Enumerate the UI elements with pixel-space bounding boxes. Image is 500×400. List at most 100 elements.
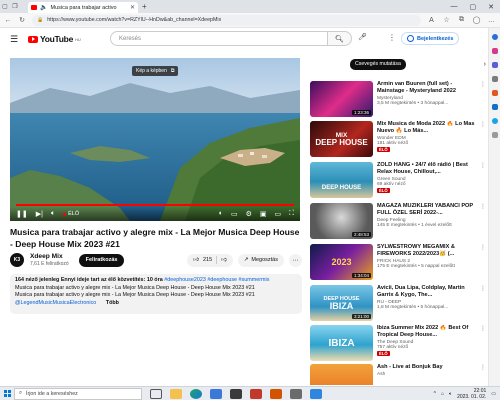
maximize-icon[interactable]: ▢ <box>470 3 477 11</box>
taskbar-search-input[interactable]: ⌕ Írjon ide a kereséshez <box>14 387 142 400</box>
browser-tab[interactable]: 🔈 Musica para trabajar activo ✕ <box>28 2 138 13</box>
next-icon[interactable]: ▶| <box>36 210 43 218</box>
store-icon[interactable] <box>210 388 222 399</box>
hamburger-menu-icon[interactable]: ☰ <box>10 34 24 45</box>
youtube-logo[interactable]: YouTube HU <box>28 34 81 44</box>
recommendation-thumbnail[interactable]: 2:48:53 <box>310 203 373 239</box>
item-menu-icon[interactable]: ⋮ <box>480 162 486 200</box>
recommendation-item[interactable]: 2023 1:34:04 SYLWESTROWY MEGAMIX & FIREW… <box>310 244 486 282</box>
item-menu-icon[interactable]: ⋮ <box>480 364 486 385</box>
miniplayer-icon[interactable]: ▣ <box>260 210 267 218</box>
recommendation-thumbnail[interactable]: DEEP HOUSE <box>310 162 373 198</box>
app-icon[interactable] <box>270 388 282 399</box>
recommendation-item[interactable]: DEEP HOUSE IBIZA 3:21:00 Avicii, Dua Lip… <box>310 285 486 323</box>
item-menu-icon[interactable]: ⋮ <box>480 325 486 363</box>
recommendation-item[interactable]: 2:48:53 MAGAZA MÜZİKLERİ YABANCI POP FUL… <box>310 203 486 241</box>
channel-avatar[interactable]: K3 <box>10 253 24 267</box>
show-chat-button[interactable]: Csevegés mutatása <box>350 58 406 70</box>
description-box[interactable]: 164 néző jelenleg Ennyi ideje tart az él… <box>10 274 302 314</box>
share-button[interactable]: ↗ Megosztás <box>237 253 284 267</box>
item-menu-icon[interactable]: ⋮ <box>480 244 486 282</box>
recommendation-thumbnail[interactable]: IBIZA <box>310 325 373 361</box>
app-icon[interactable] <box>290 388 302 399</box>
item-menu-icon[interactable]: ⋮ <box>480 81 486 119</box>
network-icon[interactable]: ⌂ <box>441 391 444 397</box>
lock-icon[interactable]: 🔒 <box>37 17 43 23</box>
item-menu-icon[interactable]: ⋮ <box>480 203 486 241</box>
subtitles-icon[interactable]: ▭ <box>231 210 238 218</box>
read-aloud-icon[interactable]: A <box>427 17 436 24</box>
tools-icon[interactable] <box>491 62 498 68</box>
live-indicator[interactable]: ÉLŐ <box>63 211 79 217</box>
search-input[interactable]: Keresés <box>110 31 328 46</box>
recommendation-thumbnail[interactable] <box>310 364 373 385</box>
collections-icon[interactable]: ⧉ <box>457 16 466 24</box>
address-bar[interactable]: 🔒 https://www.youtube.com/watch?v=RZYlU-… <box>32 14 421 26</box>
chip-next-icon[interactable]: › <box>484 61 486 68</box>
sound-playing-icon[interactable]: 🔈 <box>40 4 47 11</box>
volume-tray-icon[interactable]: 🔈︎ <box>449 391 452 397</box>
recommendation-title[interactable]: Ash - Live at Bonjuk Bay <box>377 364 476 371</box>
volume-icon[interactable]: 🔈︎ <box>51 210 55 218</box>
shopping-icon[interactable] <box>491 48 498 54</box>
recommendation-item[interactable]: DEEP HOUSE ZÖLD HANG • 24/7 élő rádió | … <box>310 162 486 200</box>
hashtags[interactable]: #deephouse2023 #deephouse #summermix <box>163 277 269 283</box>
recommendation-channel[interactable]: Ash <box>377 372 476 377</box>
recommendation-title[interactable]: SYLWESTROWY MEGAMIX & FIREWORKS 2022/202… <box>377 244 476 258</box>
start-button[interactable] <box>0 387 14 400</box>
app-icon[interactable] <box>250 388 262 399</box>
video-player[interactable]: Kép a képben ⧉ ❚❚ ▶| 🔈︎ ÉLŐ ◐ ▭ ⚙ ▣ ▭ ⛶ <box>10 58 300 221</box>
recommendation-title[interactable]: Mix Musica de Moda 2022 🔥 Lo Mas Nuevo 🔥… <box>377 121 476 135</box>
tab-actions-icon[interactable]: ❐ <box>10 0 20 13</box>
clock[interactable]: 22:01 2023. 01. 02. <box>457 388 486 400</box>
more-actions-icon[interactable]: ⋯ <box>289 253 302 267</box>
pause-icon[interactable]: ❚❚ <box>16 210 28 218</box>
recommendation-thumbnail[interactable]: MIX DEEP HOUSE <box>310 121 373 157</box>
refresh-icon[interactable]: ↻ <box>18 16 26 24</box>
dislike-icon[interactable]: 👎︎ <box>221 257 227 263</box>
recommendation-title[interactable]: MAGAZA MÜZİKLERİ YABANCI POP FULL ÖZEL S… <box>377 203 476 217</box>
workspaces-icon[interactable]: ▢ <box>0 0 10 13</box>
description-channel-link[interactable]: @LegendMusicMusicaElectronico <box>15 300 96 306</box>
office-icon[interactable] <box>491 90 498 96</box>
recommendation-title[interactable]: Avicii, Dua Lipa, Coldplay, Martin Garri… <box>377 285 476 299</box>
recommendation-title[interactable]: Armin van Buuren (full set) - Mainstage … <box>377 81 476 95</box>
tray-chevron-icon[interactable]: ^ <box>434 391 436 397</box>
item-menu-icon[interactable]: ⋮ <box>480 121 486 159</box>
recommendation-title[interactable]: Ibiza Summer Mix 2022 🔥 Best Of Tropical… <box>377 325 476 339</box>
profile-icon[interactable]: ◯ <box>472 16 481 24</box>
recommendation-item[interactable]: 1:23:36 Armin van Buuren (full set) - Ma… <box>310 81 486 119</box>
signin-button[interactable]: Bejelentkezés <box>401 32 460 45</box>
channel-name[interactable]: Xdeep Mix <box>30 253 69 260</box>
recommendation-thumbnail[interactable]: 1:23:36 <box>310 81 373 117</box>
recommendation-title[interactable]: ZÖLD HANG • 24/7 élő rádió | Best Relax … <box>377 162 476 176</box>
browser-menu-icon[interactable]: … <box>487 17 496 24</box>
outlook-icon[interactable] <box>491 104 498 110</box>
item-menu-icon[interactable]: ⋮ <box>480 285 486 323</box>
messenger-icon[interactable] <box>491 118 498 124</box>
notifications-icon[interactable]: ▭ <box>491 391 496 397</box>
new-tab-icon[interactable]: + <box>142 2 147 11</box>
microphone-icon[interactable]: 🎤︎ <box>358 33 367 41</box>
add-sidebar-app-icon[interactable] <box>491 132 498 138</box>
games-icon[interactable] <box>491 76 498 82</box>
app-icon[interactable] <box>230 388 242 399</box>
recommendation-item[interactable]: Ash - Live at Bonjuk Bay Ash ⋮ <box>310 364 486 385</box>
task-view-icon[interactable] <box>150 388 162 399</box>
app-icon[interactable] <box>310 388 322 399</box>
picture-in-picture-button[interactable]: Kép a képben ⧉ <box>132 66 179 76</box>
edge-icon[interactable] <box>190 388 202 399</box>
fullscreen-icon[interactable]: ⛶ <box>289 210 294 218</box>
close-tab-icon[interactable]: ✕ <box>130 4 135 11</box>
search-button[interactable]: 🔍︎ <box>328 31 352 46</box>
recommendation-item[interactable]: MIX DEEP HOUSE Mix Musica de Moda 2022 🔥… <box>310 121 486 159</box>
progress-bar[interactable] <box>16 204 294 206</box>
like-icon[interactable]: 👍︎ <box>193 257 199 263</box>
recommendation-thumbnail[interactable]: 2023 1:34:04 <box>310 244 373 280</box>
recommendation-thumbnail[interactable]: DEEP HOUSE IBIZA 3:21:00 <box>310 285 373 321</box>
autoplay-toggle[interactable]: ◐ <box>219 210 223 218</box>
back-icon[interactable]: ← <box>4 17 12 24</box>
close-window-icon[interactable]: ✕ <box>488 3 494 11</box>
favorite-star-icon[interactable]: ☆ <box>442 16 451 24</box>
settings-dots-icon[interactable]: ⋮ <box>388 33 396 42</box>
